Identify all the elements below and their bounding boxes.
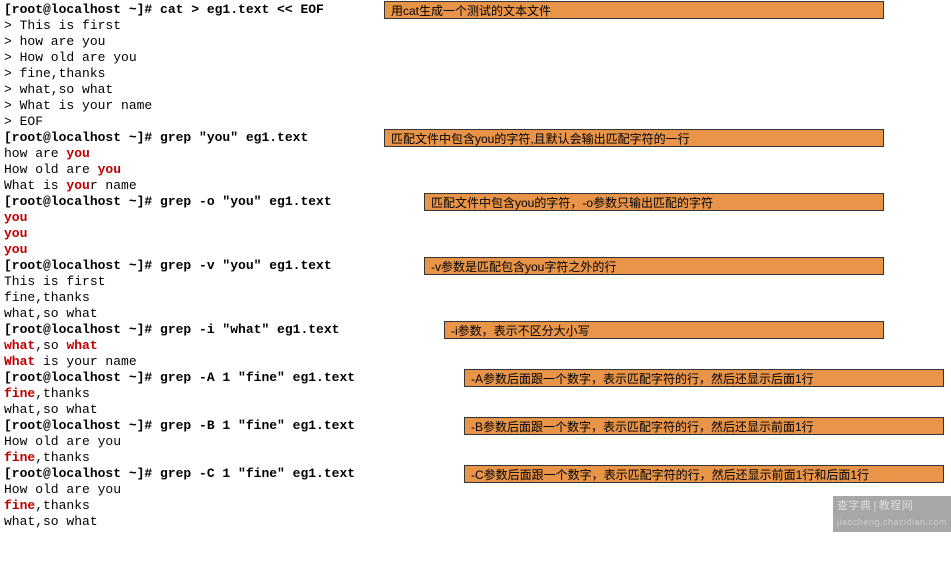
output-line: how are you: [4, 146, 947, 162]
annotation-box: 匹配文件中包含you的字符，-o参数只输出匹配的字符: [424, 193, 884, 211]
terminal-line: [root@localhost ~]# grep -o "you" eg1.te…: [4, 194, 947, 210]
output-line: What is your name: [4, 354, 947, 370]
watermark-url: jiaocheng.chazidian.com: [837, 517, 947, 527]
prompt-text: [root@localhost ~]# cat > eg1.text << EO…: [4, 2, 324, 17]
output-line: What is your name: [4, 178, 947, 194]
output-line: This is first: [4, 274, 947, 290]
terminal-line: [root@localhost ~]# grep -i "what" eg1.t…: [4, 322, 947, 338]
prompt-text: [root@localhost ~]# grep "you" eg1.text: [4, 130, 316, 145]
terminal-line: [root@localhost ~]# grep -C 1 "fine" eg1…: [4, 466, 947, 482]
output-line: fine,thanks: [4, 450, 947, 466]
output-line: what,so what: [4, 514, 947, 530]
watermark-main: 查字典: [837, 500, 872, 512]
output-line: you: [4, 242, 947, 258]
match-text: What: [4, 354, 35, 369]
output-line: you: [4, 210, 947, 226]
output-line: fine,thanks: [4, 290, 947, 306]
output-line: what,so what: [4, 338, 947, 354]
annotation-box: -i参数，表示不区分大小写: [444, 321, 884, 339]
output-line: fine,thanks: [4, 498, 947, 514]
prompt-text: [root@localhost ~]# grep -i "what" eg1.t…: [4, 322, 347, 337]
annotation-box: 用cat生成一个测试的文本文件: [384, 1, 884, 19]
prompt-text: [root@localhost ~]# grep -v "you" eg1.te…: [4, 258, 339, 273]
terminal-line: [root@localhost ~]# cat > eg1.text << EO…: [4, 2, 947, 18]
terminal-line: > what,so what: [4, 82, 947, 98]
match-text: fine: [4, 386, 35, 401]
output-line: what,so what: [4, 402, 947, 418]
match-text: you: [98, 162, 121, 177]
annotation-box: -v参数是匹配包含you字符之外的行: [424, 257, 884, 275]
terminal-line: [root@localhost ~]# grep -B 1 "fine" eg1…: [4, 418, 947, 434]
output-line: fine,thanks: [4, 386, 947, 402]
prompt-text: [root@localhost ~]# grep -C 1 "fine" eg1…: [4, 466, 363, 481]
terminal-line: > This is first: [4, 18, 947, 34]
terminal-line: [root@localhost ~]# grep -A 1 "fine" eg1…: [4, 370, 947, 386]
annotation-box: -B参数后面跟一个数字，表示匹配字符的行，然后还显示前面1行: [464, 417, 944, 435]
match-text: you: [66, 178, 89, 193]
match-text: fine: [4, 498, 35, 513]
terminal-line: > What is your name: [4, 98, 947, 114]
match-text: what: [66, 338, 97, 353]
match-text: fine: [4, 450, 35, 465]
prompt-text: [root@localhost ~]# grep -o "you" eg1.te…: [4, 194, 339, 209]
output-line: you: [4, 226, 947, 242]
terminal-line: > How old are you: [4, 50, 947, 66]
terminal-line: [root@localhost ~]# grep "you" eg1.text …: [4, 130, 947, 146]
terminal-line: > fine,thanks: [4, 66, 947, 82]
output-line: How old are you: [4, 162, 947, 178]
output-line: How old are you: [4, 434, 947, 450]
output-line: How old are you: [4, 482, 947, 498]
prompt-text: [root@localhost ~]# grep -B 1 "fine" eg1…: [4, 418, 363, 433]
annotation-box: -A参数后面跟一个数字，表示匹配字符的行，然后还显示后面1行: [464, 369, 944, 387]
annotation-box: 匹配文件中包含you的字符,且默认会输出匹配字符的一行: [384, 129, 884, 147]
terminal-line: [root@localhost ~]# grep -v "you" eg1.te…: [4, 258, 947, 274]
match-text: you: [66, 146, 89, 161]
watermark-sub: 教程网: [879, 500, 914, 512]
annotation-box: -C参数后面跟一个数字，表示匹配字符的行，然后还显示前面1行和后面1行: [464, 465, 944, 483]
terminal-line: > EOF: [4, 114, 947, 130]
output-line: what,so what: [4, 306, 947, 322]
match-text: what: [4, 338, 35, 353]
prompt-text: [root@localhost ~]# grep -A 1 "fine" eg1…: [4, 370, 363, 385]
terminal-line: > how are you: [4, 34, 947, 50]
watermark: 查字典|教程网 jiaocheng.chazidian.com: [833, 496, 951, 532]
